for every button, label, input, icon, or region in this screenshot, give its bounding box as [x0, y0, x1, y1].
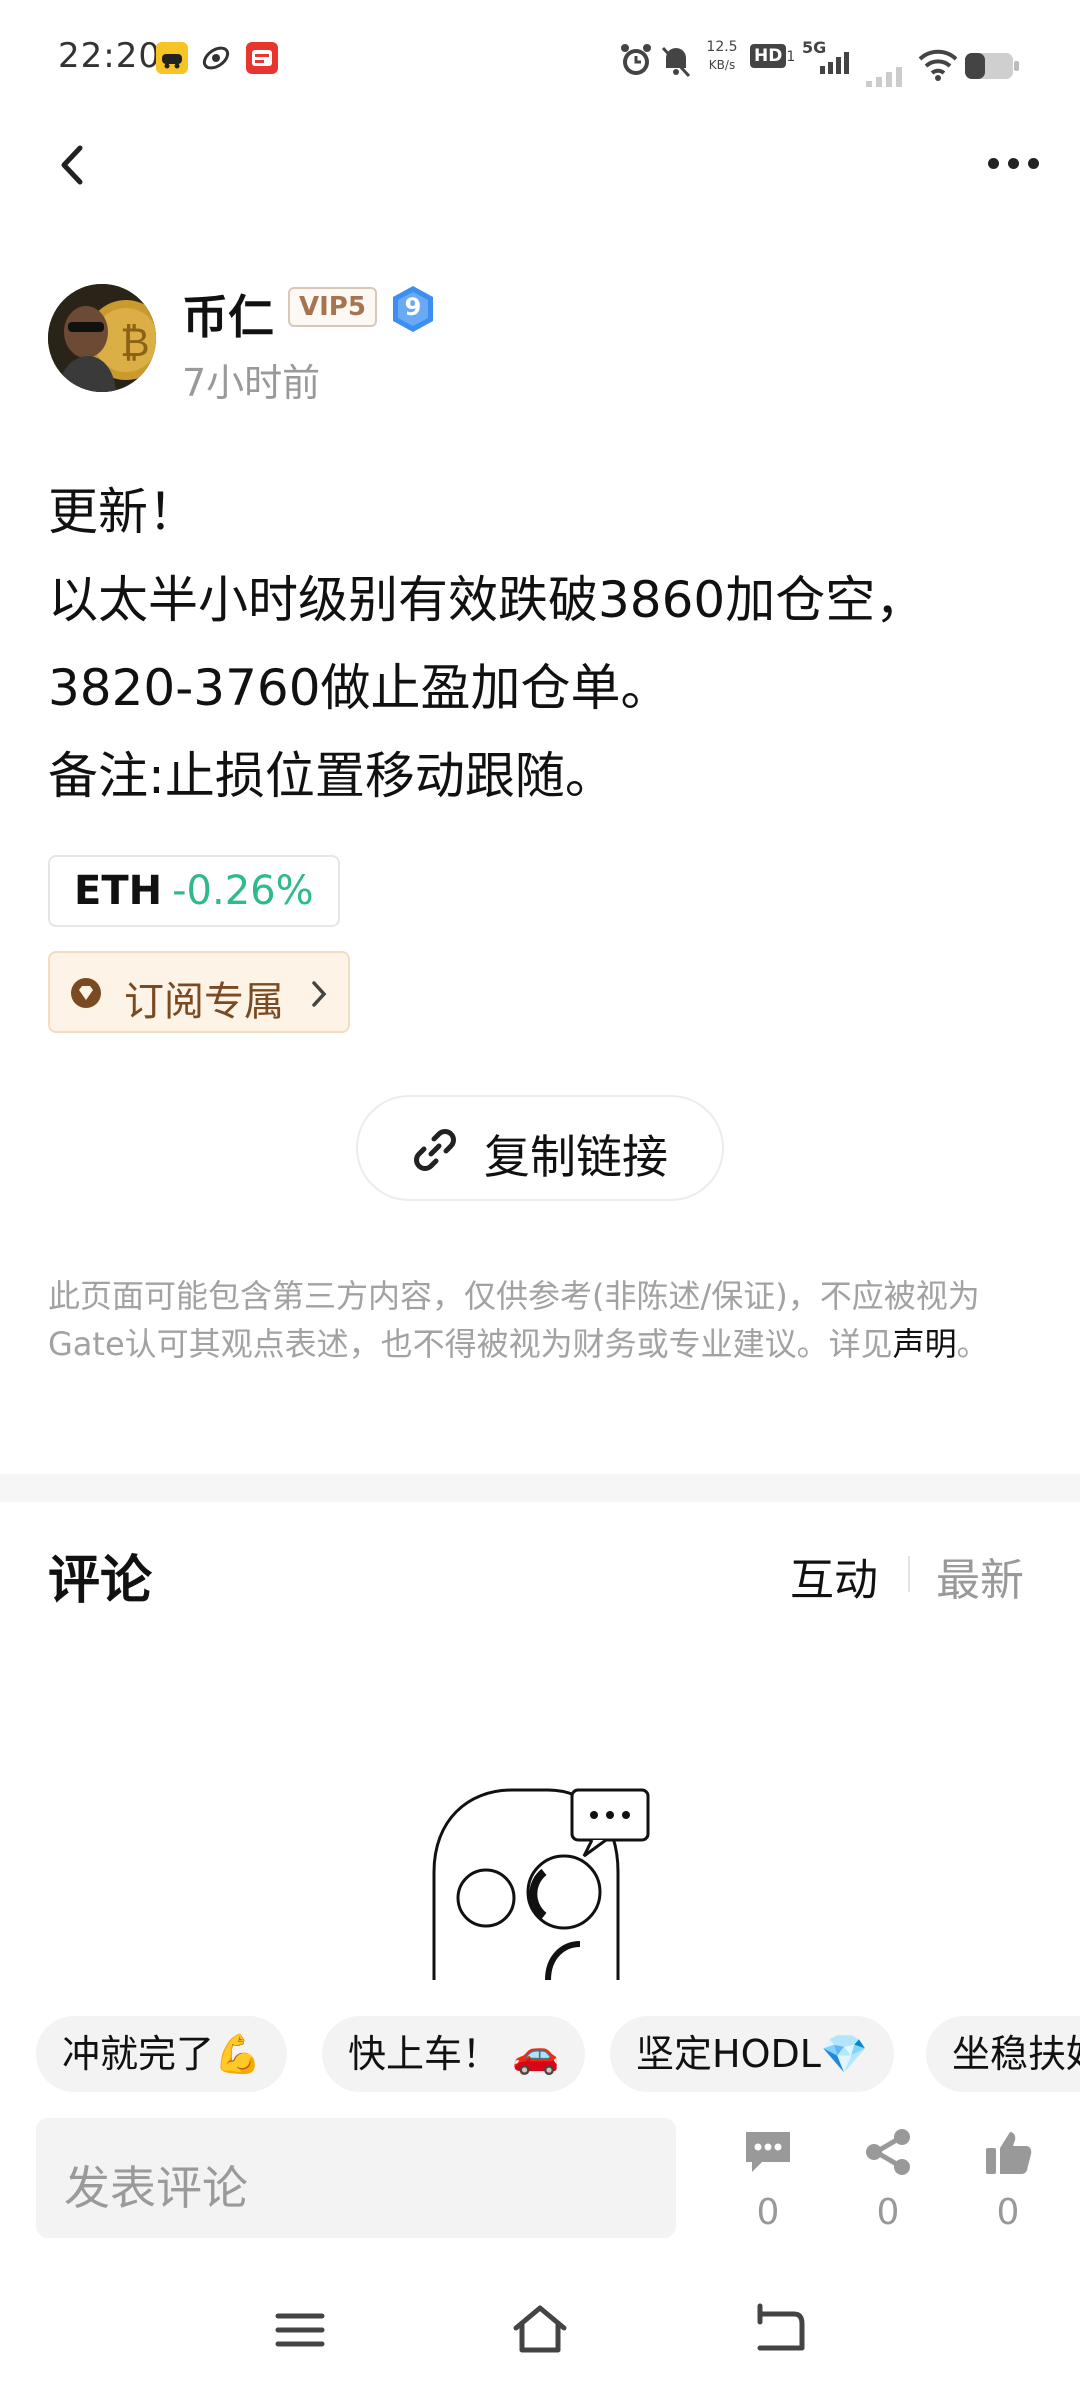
home-icon[interactable] [510, 2300, 570, 2360]
post-content: 更新！ 以太半小时级别有效跌破3860加仓空， 3820-3760做止盈加仓单。… [48, 468, 1038, 820]
battery-icon [965, 53, 1019, 79]
copy-link-label: 复制链接 [484, 1130, 668, 1184]
ticker-symbol: ETH [74, 868, 163, 914]
thumbs-up-icon [986, 2132, 1032, 2174]
app-icon-red [246, 42, 278, 74]
comment-input[interactable]: 发表评论 [36, 2118, 676, 2238]
quick-reply-chip[interactable]: 坚定HODL💎 [610, 2016, 895, 2092]
author-avatar[interactable]: ₿ [48, 284, 156, 392]
quick-reply-chip[interactable]: 冲就完了💪 [36, 2016, 288, 2092]
back-nav-icon[interactable] [750, 2300, 810, 2360]
comment-count: 0 [756, 2192, 780, 2233]
post-line: 备注:止损位置移动跟随。 [48, 747, 615, 805]
mute-bell-icon [661, 46, 691, 78]
author-name[interactable]: 币仁 [182, 281, 274, 347]
like-count: 0 [996, 2192, 1020, 2233]
sort-interactive-tab[interactable]: 互动 [790, 1544, 878, 1608]
post-line: 更新！ [48, 483, 198, 541]
app-icon-swirl [200, 42, 232, 74]
level-badge: 9 [390, 284, 436, 334]
more-dot [988, 158, 999, 169]
more-dot [1008, 158, 1019, 169]
disclaimer-text: 此页面可能包含第三方内容，仅供参考(非陈述/保证)，不应被视为Gate认可其观点… [48, 1277, 980, 1363]
hd-sub: 1 [786, 49, 796, 65]
share-action[interactable]: 0 [848, 2128, 928, 2238]
post-line: 以太半小时级别有效跌破3860加仓空， [48, 571, 926, 629]
app-icon-yellow [156, 42, 188, 74]
comments-title: 评论 [48, 1551, 153, 1611]
comment-action[interactable]: 0 [728, 2128, 808, 2238]
disclaimer-link[interactable]: 声明 [893, 1325, 957, 1363]
signal-icon [866, 67, 902, 87]
more-dot [1028, 158, 1039, 169]
back-button[interactable] [52, 140, 92, 190]
net-speed-value: 12.5 [706, 39, 738, 55]
empty-comments-illustration [428, 1780, 660, 1980]
net-speed-unit: KB/s [708, 58, 736, 72]
hd-badge: HD 1 [750, 44, 795, 72]
wifi-icon [918, 49, 958, 81]
alarm-icon [621, 44, 651, 75]
quick-reply-chips: 冲就完了💪 快上车！ 🚗 坚定HODL💎 坐稳扶好 [0, 2016, 1080, 2092]
svg-text:₿: ₿ [120, 320, 150, 366]
chevron-right-icon [312, 981, 327, 1007]
post-time: 7小时前 [182, 361, 321, 405]
share-count: 0 [876, 2192, 900, 2233]
status-bar: 22:20 12.5 KB/s HD 1 5G [0, 0, 1080, 115]
hd-label: HD [750, 44, 787, 68]
sort-latest-tab[interactable]: 最新 [936, 1544, 1024, 1608]
sort-divider [908, 1556, 910, 1592]
diamond-icon [71, 978, 101, 1008]
menu-icon[interactable] [270, 2300, 330, 2360]
net-speed: 12.5 KB/s [702, 38, 742, 74]
like-action[interactable]: 0 [968, 2128, 1048, 2238]
ticker-change: -0.26% [172, 868, 314, 914]
ticker-tag[interactable]: ETH -0.26% [48, 855, 340, 927]
level-number: 9 [404, 293, 422, 321]
vip-badge: VIP5 [288, 287, 377, 327]
subscription-label: 订阅专属 [124, 979, 284, 1025]
status-time: 22:20 [58, 36, 161, 76]
more-options-button[interactable] [986, 150, 1042, 178]
comment-placeholder: 发表评论 [64, 2161, 248, 2215]
section-divider [0, 1474, 1080, 1502]
subscription-tag[interactable]: 订阅专属 [48, 951, 350, 1033]
post-line: 3820-3760做止盈加仓单。 [48, 659, 671, 717]
system-navigation-bar [0, 2290, 1080, 2388]
quick-reply-chip[interactable]: 坐稳扶好 [926, 2016, 1080, 2092]
share-icon [866, 2129, 910, 2175]
disclaimer: 此页面可能包含第三方内容，仅供参考(非陈述/保证)，不应被视为Gate认可其观点… [48, 1272, 1032, 1368]
link-icon [414, 1129, 456, 1171]
network-5g: 5G [802, 38, 854, 78]
comment-icon [746, 2132, 790, 2172]
quick-reply-chip[interactable]: 快上车！ 🚗 [322, 2016, 586, 2092]
disclaimer-end: 。 [956, 1325, 989, 1363]
copy-link-button[interactable]: 复制链接 [356, 1095, 724, 1201]
